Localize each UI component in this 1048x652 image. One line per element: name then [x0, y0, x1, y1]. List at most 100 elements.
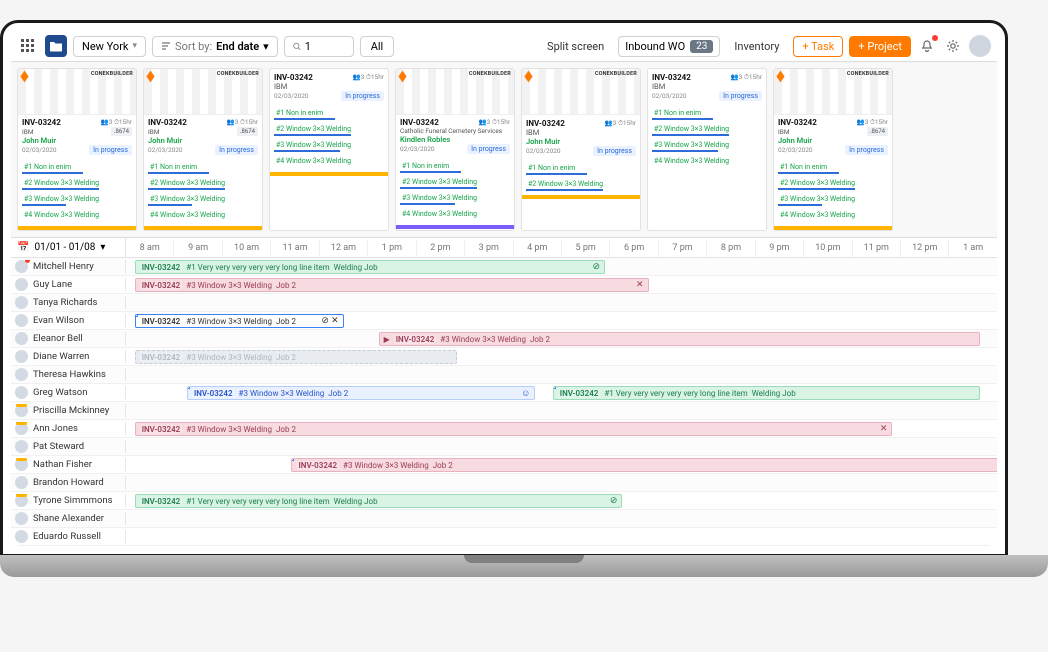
- person-cell[interactable]: Brandon Howard: [11, 476, 126, 489]
- timeline-row: Priscilla Mckinney: [11, 402, 997, 420]
- task-bar[interactable]: INV-03242#1 Very very very very very lon…: [553, 386, 980, 400]
- notification-dot: [932, 35, 938, 41]
- wo-card[interactable]: INV-03242👥3 ⏱15hr IBM.8674 John Muir 02/…: [143, 68, 263, 231]
- wo-date: 02/03/2020: [22, 146, 57, 154]
- person-avatar: [15, 368, 28, 381]
- task-bar[interactable]: INV-03242#3 Window 3×3 WeldingJob 2✕: [135, 422, 893, 436]
- wo-accent: [18, 226, 136, 230]
- hour-label: 1 am: [948, 239, 996, 257]
- person-name: Ann Jones: [33, 423, 78, 434]
- person-cell[interactable]: Mitchell Henry: [11, 260, 126, 273]
- task-bar[interactable]: INV-03242#3 Window 3×3 WeldingJob 2✕: [135, 278, 649, 292]
- timeline-lane[interactable]: [126, 474, 997, 491]
- hours-header: 8 am9 am10 am11 am12 am1 pm2 pm3 pm4 pm5…: [126, 239, 997, 257]
- sort-select[interactable]: Sort by: End date ▾: [152, 36, 278, 57]
- wo-card[interactable]: INV-03242👥3 ⏱15hr IBM 02/03/2020In progr…: [269, 68, 389, 231]
- search-input-wrapper[interactable]: [284, 36, 354, 57]
- user-avatar[interactable]: [969, 35, 991, 57]
- inventory-button[interactable]: Inventory: [726, 36, 787, 57]
- person-avatar: [15, 350, 28, 363]
- person-cell[interactable]: Greg Watson: [11, 386, 126, 399]
- timeline-row: Nathan Fisher INV-03242#3 Window 3×3 Weld…: [11, 456, 997, 474]
- hour-label: 9 am: [173, 239, 221, 257]
- date-range-picker[interactable]: 📅 01/01 - 01/08 ▾: [11, 238, 126, 257]
- inbound-wo-count: 23: [690, 40, 713, 53]
- chevron-down-icon: ▾: [100, 242, 105, 253]
- task-bar[interactable]: INV-03242#3 Window 3×3 WeldingJob 2⊘ ✕: [135, 314, 344, 328]
- hour-label: 8 am: [126, 239, 173, 257]
- person-cell[interactable]: Nathan Fisher: [11, 458, 126, 471]
- timeline-lane[interactable]: [126, 294, 997, 311]
- timeline-lane[interactable]: [126, 528, 997, 545]
- person-name: Theresa Hawkins: [33, 369, 106, 380]
- hour-label: 4 pm: [513, 239, 561, 257]
- timeline-lane[interactable]: INV-03242#3 Window 3×3 WeldingJob 2: [126, 348, 997, 365]
- timeline-lane[interactable]: INV-03242#3 Window 3×3 WeldingJob 2✕: [126, 276, 997, 293]
- inbound-wo-button[interactable]: Inbound WO 23: [618, 36, 720, 57]
- person-avatar: [15, 458, 28, 471]
- filter-all-tab[interactable]: All: [360, 36, 395, 57]
- chevron-down-icon: ▾: [263, 40, 269, 53]
- timeline-row: Pat Steward: [11, 438, 997, 456]
- person-avatar: [15, 512, 28, 525]
- gear-icon[interactable]: [943, 36, 963, 56]
- timeline-lane[interactable]: [126, 438, 997, 455]
- toolbar: New York ▾ Sort by: End date ▾ All Split…: [11, 31, 997, 62]
- timeline-lane[interactable]: ▶INV-03242#3 Window 3×3 WeldingJob 2: [126, 330, 997, 347]
- timeline-lane[interactable]: INV-03242#3 Window 3×3 WeldingJob 2☺ INV-…: [126, 384, 997, 401]
- hour-label: 6 pm: [609, 239, 657, 257]
- person-cell[interactable]: Tanya Richards: [11, 296, 126, 309]
- split-screen-button[interactable]: Split screen: [539, 36, 612, 57]
- person-name: Mitchell Henry: [33, 261, 94, 272]
- wo-card[interactable]: INV-03242👥3 ⏱15hr Catholic Funeral Cemet…: [395, 68, 515, 231]
- timeline-row: Brandon Howard: [11, 474, 997, 492]
- wo-card[interactable]: INV-03242👥3 ⏱15hr IBM.8674 John Muir 02/…: [773, 68, 893, 231]
- person-cell[interactable]: Theresa Hawkins: [11, 368, 126, 381]
- person-cell[interactable]: Guy Lane: [11, 278, 126, 291]
- apps-icon[interactable]: [17, 35, 39, 57]
- person-cell[interactable]: Diane Warren: [11, 350, 126, 363]
- person-cell[interactable]: Eduardo Russell: [11, 530, 126, 543]
- wo-card[interactable]: INV-03242👥3 ⏱15hr IBM.8674 John Muir 02/…: [17, 68, 137, 231]
- location-select[interactable]: New York ▾: [73, 36, 146, 57]
- person-cell[interactable]: Tyrone Simmmons: [11, 494, 126, 507]
- timeline-row: Eleanor Bell ▶INV-03242#3 Window 3×3 Weld…: [11, 330, 997, 348]
- add-project-button[interactable]: + Project: [849, 36, 911, 57]
- bell-icon[interactable]: [917, 36, 937, 56]
- timeline-row: Diane Warren INV-03242#3 Window 3×3 Weldi…: [11, 348, 997, 366]
- task-bar[interactable]: INV-03242#1 Very very very very very lon…: [135, 260, 605, 274]
- add-task-button[interactable]: + Task: [793, 36, 843, 57]
- timeline-row: Theresa Hawkins: [11, 366, 997, 384]
- person-name: Guy Lane: [33, 279, 72, 290]
- timeline-lane[interactable]: INV-03242#1 Very very very very very lon…: [126, 492, 997, 509]
- timeline-row: Tyrone Simmmons INV-03242#1 Very very ver…: [11, 492, 997, 510]
- task-bar[interactable]: INV-03242#3 Window 3×3 WeldingJob 2✕: [291, 458, 997, 472]
- wo-owner: John Muir: [22, 136, 132, 145]
- timeline-lane[interactable]: [126, 402, 997, 419]
- task-bar[interactable]: INV-03242#3 Window 3×3 WeldingJob 2☺: [187, 386, 535, 400]
- person-cell[interactable]: Ann Jones: [11, 422, 126, 435]
- person-avatar: [15, 440, 28, 453]
- wo-card[interactable]: INV-03242👥3 ⏱15hr IBM 02/03/2020In progr…: [647, 68, 767, 231]
- person-cell[interactable]: Eleanor Bell: [11, 332, 126, 345]
- person-cell[interactable]: Shane Alexander: [11, 512, 126, 525]
- folder-icon[interactable]: [45, 35, 67, 57]
- person-avatar: [15, 332, 28, 345]
- person-cell[interactable]: Pat Steward: [11, 440, 126, 453]
- task-bar[interactable]: INV-03242#3 Window 3×3 WeldingJob 2: [135, 350, 457, 364]
- wo-card[interactable]: INV-03242👥3 ⏱15hr IBM John Muir 02/03/20…: [521, 68, 641, 231]
- person-cell[interactable]: Priscilla Mckinney: [11, 404, 126, 417]
- timeline-lane[interactable]: [126, 366, 997, 383]
- timeline-lane[interactable]: INV-03242#3 Window 3×3 WeldingJob 2✕: [126, 456, 997, 473]
- timeline-lane[interactable]: INV-03242#3 Window 3×3 WeldingJob 2✕: [126, 420, 997, 437]
- task-bar[interactable]: INV-03242#1 Very very very very very lon…: [135, 494, 623, 508]
- timeline-lane[interactable]: INV-03242#1 Very very very very very lon…: [126, 258, 997, 275]
- search-input[interactable]: [305, 40, 345, 53]
- task-bar[interactable]: ▶INV-03242#3 Window 3×3 WeldingJob 2: [379, 332, 980, 346]
- timeline-row: Eduardo Russell: [11, 528, 997, 546]
- timeline-lane[interactable]: INV-03242#3 Window 3×3 WeldingJob 2⊘ ✕: [126, 312, 997, 329]
- work-order-cards: INV-03242👥3 ⏱15hr IBM.8674 John Muir 02/…: [11, 62, 997, 237]
- location-label: New York: [82, 40, 129, 53]
- person-cell[interactable]: Evan Wilson: [11, 314, 126, 327]
- timeline-lane[interactable]: [126, 510, 997, 527]
